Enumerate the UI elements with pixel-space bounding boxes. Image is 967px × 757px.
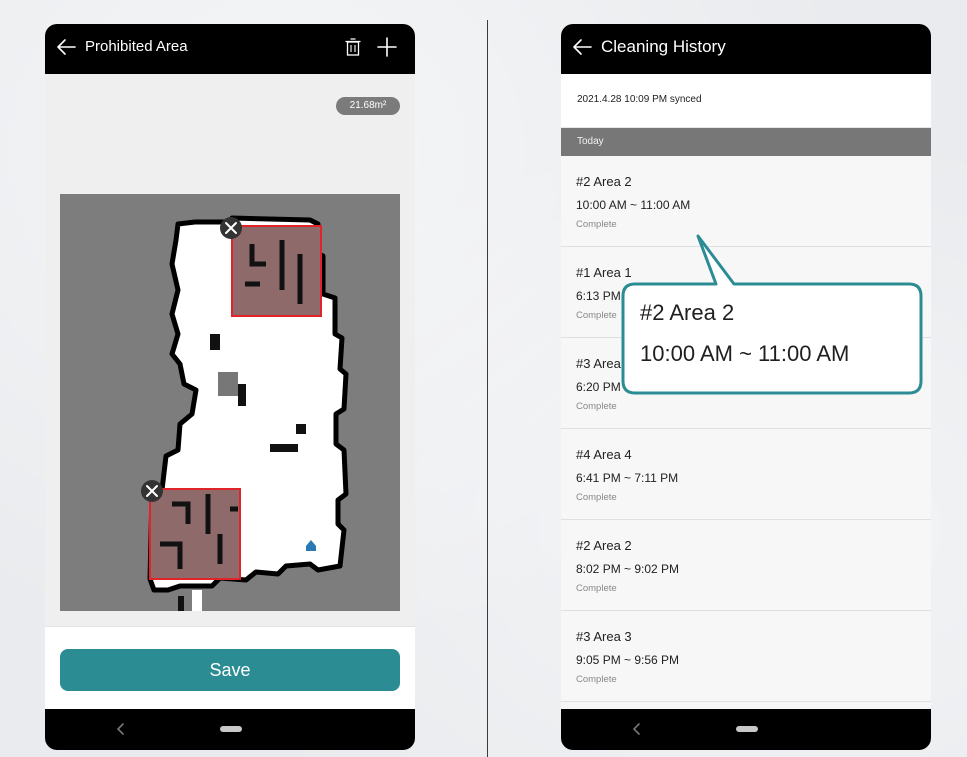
callout-area-name: #2 Area 2 — [640, 300, 735, 325]
page-title: Prohibited Area — [85, 38, 188, 55]
trash-icon[interactable] — [345, 38, 361, 56]
history-item[interactable]: #2 Area 2 8:02 PM ~ 9:02 PM Complete — [561, 520, 931, 611]
history-item-status: Complete — [576, 401, 617, 412]
history-item-status: Complete — [576, 310, 617, 321]
zoom-callout: #2 Area 2 10:00 AM ~ 11:00 AM — [619, 231, 924, 395]
history-item-time: 9:05 PM ~ 9:56 PM — [576, 653, 680, 667]
history-item[interactable]: #3 Area 3 9:05 PM ~ 9:56 PM Complete — [561, 611, 931, 702]
screen-divider — [487, 20, 488, 757]
history-item-name: #2 Area 2 — [576, 538, 632, 553]
history-item-time: 6:41 PM ~ 7:11 PM — [576, 471, 679, 485]
home-pill-icon[interactable] — [220, 726, 242, 732]
prohibited-area-screen: Prohibited Area 21.68m² Save — [45, 24, 415, 750]
history-item-time: 6:13 PM — [576, 289, 621, 303]
sync-status: 2021.4.28 10:09 PM synced — [561, 74, 931, 128]
home-pill-icon[interactable] — [736, 726, 758, 732]
history-item[interactable]: #4 Area 4 6:41 PM ~ 7:11 PM Complete — [561, 429, 931, 520]
back-arrow-icon[interactable] — [571, 36, 593, 58]
history-item-name: #3 Area — [576, 356, 621, 371]
history-item-status: Complete — [576, 583, 617, 594]
history-item-name: #4 Area 4 — [576, 447, 632, 462]
cleaning-map[interactable] — [60, 194, 400, 611]
callout-time-range: 10:00 AM ~ 11:00 AM — [640, 341, 850, 366]
nav-back-icon[interactable] — [629, 719, 643, 739]
history-item-time: 10:00 AM ~ 11:00 AM — [576, 198, 691, 212]
save-area: Save — [45, 626, 415, 710]
plus-icon[interactable] — [376, 36, 398, 58]
history-item-time: 8:02 PM ~ 9:02 PM — [576, 562, 680, 576]
save-button[interactable]: Save — [60, 649, 400, 691]
top-bar: Prohibited Area — [45, 24, 415, 74]
history-item-status: Complete — [576, 219, 617, 230]
sync-status-text: 2021.4.28 10:09 PM synced — [577, 94, 702, 105]
map-area: 21.68m² — [45, 74, 415, 626]
section-label: Today — [577, 136, 604, 147]
top-bar: Cleaning History — [561, 24, 931, 74]
history-item-name: #2 Area 2 — [576, 174, 632, 189]
nav-back-icon[interactable] — [113, 719, 127, 739]
history-item-status: Complete — [576, 674, 617, 685]
system-nav-bar — [45, 709, 415, 750]
page-title: Cleaning History — [601, 37, 726, 56]
history-item-status: Complete — [576, 492, 617, 503]
area-size-badge: 21.68m² — [336, 97, 400, 115]
section-header-today: Today — [561, 128, 931, 156]
history-item-name: #3 Area 3 — [576, 629, 632, 644]
system-nav-bar — [561, 709, 931, 750]
back-arrow-icon[interactable] — [55, 36, 77, 58]
history-item-time: 6:20 PM — [576, 380, 621, 394]
